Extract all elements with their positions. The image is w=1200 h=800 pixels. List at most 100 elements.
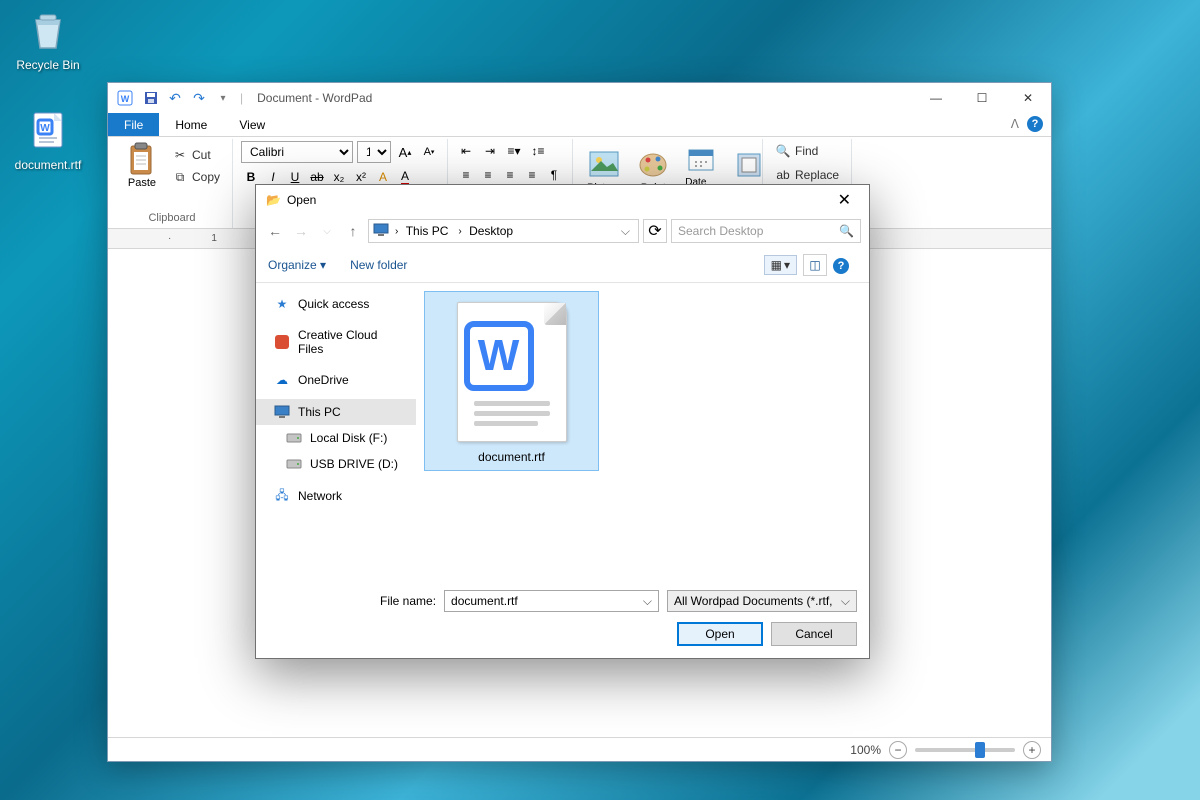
collapse-ribbon-button[interactable]: ᐱ: [1003, 113, 1027, 136]
qat-save[interactable]: [140, 87, 162, 109]
font-size-select[interactable]: 11: [357, 141, 391, 163]
dialog-close-button[interactable]: ✕: [830, 190, 859, 210]
sidebar-item-local-disk-f[interactable]: Local Disk (F:): [256, 425, 416, 451]
recycle-bin-label: Recycle Bin: [8, 58, 88, 72]
monitor-icon: [274, 404, 290, 420]
binoculars-icon: 🔍: [775, 143, 791, 159]
sidebar-item-network[interactable]: 🖧Network: [256, 483, 416, 509]
minimize-button[interactable]: —: [913, 83, 959, 113]
zoom-thumb[interactable]: [975, 742, 985, 758]
sidebar-item-creative-cloud[interactable]: Creative Cloud Files: [256, 323, 416, 361]
file-item-document-rtf[interactable]: W document.rtf: [424, 291, 599, 471]
refresh-button[interactable]: ⟳: [643, 219, 667, 243]
cut-button[interactable]: ✂Cut: [168, 145, 224, 165]
tab-file[interactable]: File: [108, 113, 159, 136]
drive-icon: [286, 456, 302, 472]
search-icon: 🔍: [839, 224, 854, 238]
organize-menu[interactable]: Organize ▾: [268, 258, 326, 272]
open-dialog: 📂 Open ✕ ← → ⌵ ↑ › This PC › Desktop ⌵ ⟳…: [255, 184, 870, 659]
breadcrumb-location[interactable]: › Desktop: [454, 222, 517, 240]
align-right-button[interactable]: ≡: [500, 165, 520, 185]
font-name-select[interactable]: Calibri: [241, 141, 353, 163]
window-title: Document - WordPad: [257, 91, 372, 105]
nav-up-button[interactable]: ↑: [342, 220, 364, 242]
tab-home[interactable]: Home: [159, 113, 223, 136]
align-center-button[interactable]: ≡: [478, 165, 498, 185]
nav-recent-button[interactable]: ⌵: [316, 220, 338, 242]
replace-icon: ab: [775, 167, 791, 183]
sidebar-item-onedrive[interactable]: ☁OneDrive: [256, 367, 416, 393]
picture-icon: [588, 148, 620, 180]
help-icon[interactable]: ?: [1027, 116, 1043, 132]
inc-indent-button[interactable]: ⇥: [480, 141, 500, 161]
view-mode-button[interactable]: ▦ ▾: [764, 255, 797, 275]
sidebar-item-this-pc[interactable]: This PC: [256, 399, 416, 425]
address-bar[interactable]: › This PC › Desktop ⌵: [368, 219, 639, 243]
copy-icon: ⧉: [172, 169, 188, 185]
wordpad-badge-icon: W: [464, 321, 534, 391]
qat-undo[interactable]: ↶: [164, 87, 186, 109]
shrink-font-button[interactable]: A▾: [419, 142, 439, 162]
filename-label: File name:: [380, 594, 436, 608]
clipboard-icon: [126, 143, 158, 175]
zoom-in-button[interactable]: +: [1023, 741, 1041, 759]
sidebar-item-usb-drive-d[interactable]: USB DRIVE (D:): [256, 451, 416, 477]
copy-button[interactable]: ⧉Copy: [168, 167, 224, 187]
cancel-button[interactable]: Cancel: [771, 622, 857, 646]
paragraph-dialog-button[interactable]: ¶: [544, 165, 564, 185]
dialog-title: Open: [287, 193, 316, 207]
cc-icon: [274, 334, 290, 350]
dec-indent-button[interactable]: ⇤: [456, 141, 476, 161]
tiles-icon: ▦: [771, 258, 782, 272]
zoom-slider[interactable]: [915, 748, 1015, 752]
address-dropdown[interactable]: ⌵: [617, 224, 634, 239]
qat-redo[interactable]: ↷: [188, 87, 210, 109]
statusbar: 100% − +: [108, 737, 1051, 761]
palette-icon: [637, 148, 669, 180]
tab-view[interactable]: View: [223, 113, 281, 136]
group-clipboard: Paste ✂Cut ⧉Copy Clipboard: [112, 139, 233, 228]
bullets-button[interactable]: ≡▾: [504, 141, 524, 161]
breadcrumb-root[interactable]: › This PC: [391, 222, 452, 240]
line-spacing-button[interactable]: ↕≡: [528, 141, 548, 161]
close-button[interactable]: ✕: [1005, 83, 1051, 113]
align-justify-button[interactable]: ≡: [522, 165, 542, 185]
dialog-help-icon[interactable]: ?: [833, 258, 849, 274]
new-folder-button[interactable]: New folder: [350, 258, 407, 272]
recycle-bin-icon: [24, 6, 72, 54]
titlebar[interactable]: W ↶ ↷ ▾ | Document - WordPad — ☐ ✕: [108, 83, 1051, 113]
filename-input[interactable]: document.rtf: [444, 590, 659, 612]
file-name-label: document.rtf: [431, 450, 592, 464]
paste-button[interactable]: Paste: [120, 141, 164, 191]
file-type-filter[interactable]: All Wordpad Documents (*.rtf,: [667, 590, 857, 612]
dialog-toolbar: Organize ▾ New folder ▦ ▾ ◫ ?: [256, 247, 869, 283]
desktop-icon-recycle-bin[interactable]: Recycle Bin: [8, 6, 88, 72]
sidebar-item-quick-access[interactable]: ★Quick access: [256, 291, 416, 317]
zoom-out-button[interactable]: −: [889, 741, 907, 759]
dialog-titlebar[interactable]: 📂 Open ✕: [256, 185, 869, 215]
find-button[interactable]: 🔍Find: [771, 141, 843, 161]
replace-button[interactable]: abReplace: [771, 165, 843, 185]
desktop-icon-document[interactable]: W document.rtf: [8, 106, 88, 172]
document-label: document.rtf: [8, 158, 88, 172]
scissors-icon: ✂: [172, 147, 188, 163]
preview-pane-button[interactable]: ◫: [803, 254, 827, 276]
cloud-icon: ☁: [274, 372, 290, 388]
app-icon: W: [116, 89, 134, 107]
dialog-footer: File name: document.rtf All Wordpad Docu…: [256, 582, 869, 658]
rtf-file-icon: W: [24, 106, 72, 154]
drive-icon: [286, 430, 302, 446]
qat-dropdown[interactable]: ▾: [212, 87, 234, 109]
nav-forward-button[interactable]: →: [290, 220, 312, 242]
nav-back-button[interactable]: ←: [264, 220, 286, 242]
dialog-sidebar: ★Quick access Creative Cloud Files ☁OneD…: [256, 283, 416, 582]
align-left-button[interactable]: ≡: [456, 165, 476, 185]
maximize-button[interactable]: ☐: [959, 83, 1005, 113]
search-input[interactable]: Search Desktop 🔍: [671, 219, 861, 243]
folder-icon: 📂: [266, 193, 281, 207]
network-icon: 🖧: [274, 488, 290, 504]
grow-font-button[interactable]: A▴: [395, 142, 415, 162]
star-icon: ★: [274, 296, 290, 312]
open-button[interactable]: Open: [677, 622, 763, 646]
file-list[interactable]: W document.rtf: [416, 283, 869, 582]
